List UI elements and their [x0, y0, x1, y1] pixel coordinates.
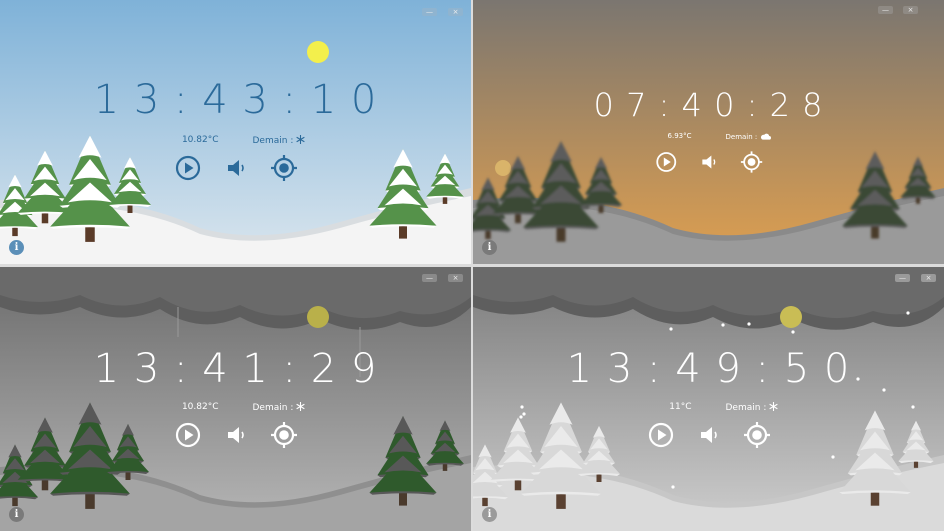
info-icon[interactable]: i [482, 240, 497, 255]
play-button[interactable] [654, 151, 677, 174]
control-bar [515, 151, 901, 174]
control-bar [473, 421, 944, 449]
info-icon[interactable]: i [482, 507, 497, 522]
control-bar [0, 154, 471, 182]
forecast-label: Demain : [725, 133, 758, 141]
minimize-button[interactable]: — [878, 6, 893, 14]
cloud-icon [760, 132, 772, 142]
sun-icon [307, 306, 329, 328]
locate-button[interactable] [270, 154, 298, 182]
forecast-label: Demain : [252, 136, 294, 146]
weather-info: 10.82°C Demain : [0, 135, 471, 147]
play-button[interactable] [174, 154, 202, 182]
forecast-tomorrow: Demain : [726, 132, 816, 142]
play-button[interactable] [174, 421, 202, 449]
volume-button[interactable] [697, 151, 720, 174]
clock-time: 1 3 : 4 3 : 1 0 [93, 77, 378, 123]
snowflake-icon [296, 402, 306, 414]
weather-info: 6.93°C Demain : [473, 132, 944, 142]
close-button[interactable]: × [448, 274, 463, 282]
sun-icon [495, 160, 511, 176]
forecast-tomorrow: Demain : [253, 402, 343, 414]
clock-time: 1 3 : 4 9 : 5 0 [566, 346, 851, 392]
locate-button[interactable] [740, 151, 763, 174]
landscape-scene [473, 267, 944, 531]
snowflake [747, 322, 751, 326]
temperature-reading: 10.82°C [181, 135, 219, 145]
volume-button[interactable] [222, 154, 250, 182]
weather-info: 10.82°C Demain : [0, 402, 471, 414]
info-icon[interactable]: i [9, 507, 24, 522]
forecast-tomorrow: Demain : [726, 402, 816, 414]
control-bar [0, 421, 471, 449]
locate-button[interactable] [270, 421, 298, 449]
snowflake [669, 327, 673, 331]
close-button[interactable]: × [921, 274, 936, 282]
close-button[interactable]: × [903, 6, 918, 14]
forecast-tomorrow: Demain : [253, 135, 343, 147]
weather-clock-window: — × 1 3 : 4 1 : 2 9 10.82°C Demain : i [0, 267, 471, 531]
weather-info: 11°C Demain : [473, 402, 944, 414]
snowflake [519, 415, 523, 419]
minimize-button[interactable]: — [422, 8, 437, 16]
close-button[interactable]: × [448, 8, 463, 16]
info-icon[interactable]: i [9, 240, 24, 255]
snowflake [721, 323, 725, 327]
forecast-label: Demain : [252, 403, 294, 413]
volume-button[interactable] [695, 421, 723, 449]
weather-clock-window: — × 0 7 : 4 0 : 2 8 6.93°C Demain : i [473, 0, 944, 264]
temperature-reading: 11°C [669, 402, 692, 412]
landscape-scene [0, 267, 471, 531]
snowflake-icon [296, 135, 306, 147]
minimize-button[interactable]: — [422, 274, 437, 282]
snowflake [671, 485, 675, 489]
snowflake [906, 311, 910, 315]
volume-button[interactable] [222, 421, 250, 449]
screenshot-grid: — × 1 3 : 4 3 : 1 0 10.82°C Demain : i —… [0, 0, 944, 531]
forecast-label: Demain : [725, 403, 767, 413]
clock-time: 0 7 : 4 0 : 2 8 [593, 86, 824, 124]
minimize-button[interactable]: — [895, 274, 910, 282]
snowflake [831, 455, 835, 459]
clock-time: 1 3 : 4 1 : 2 9 [93, 346, 378, 392]
sun-icon [780, 306, 802, 328]
temperature-reading: 10.82°C [181, 402, 219, 412]
play-button[interactable] [647, 421, 675, 449]
locate-button[interactable] [743, 421, 771, 449]
snowflake [791, 330, 795, 334]
landscape-scene [0, 0, 471, 264]
weather-clock-window: — × 1 3 : 4 3 : 1 0 10.82°C Demain : i [0, 0, 471, 264]
snowflake-icon [769, 402, 779, 414]
temperature-reading: 6.93°C [667, 132, 692, 140]
weather-clock-window: — × 1 3 : 4 9 : 5 0 11°C Demain : i [473, 267, 944, 531]
sun-icon [307, 41, 329, 63]
